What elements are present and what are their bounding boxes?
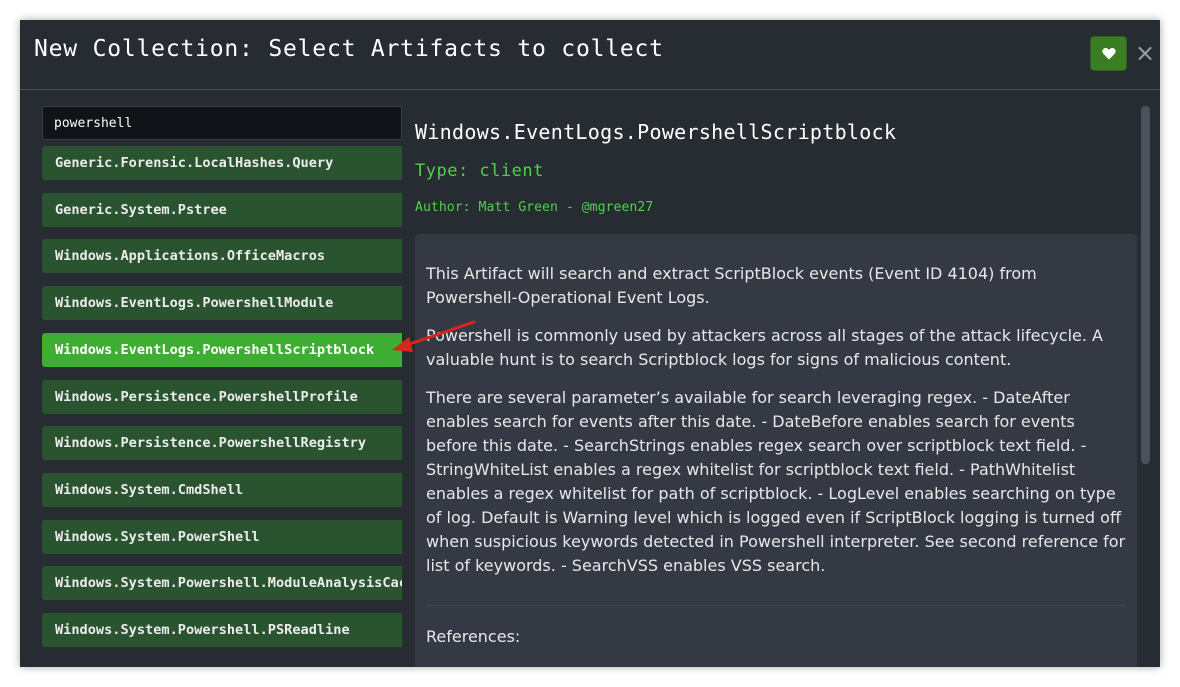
artifact-item[interactable]: Windows.System.Powershell.PSReadline xyxy=(42,613,402,647)
divider xyxy=(426,605,1126,606)
details-scrollbar[interactable] xyxy=(1141,106,1150,667)
close-icon[interactable]: × xyxy=(1134,40,1156,66)
artifact-item[interactable]: Windows.Persistence.PowershellProfile xyxy=(42,379,402,414)
artifact-selector: Generic.Forensic.LocalHashes.Query Generi… xyxy=(42,106,402,667)
artifact-item-selected[interactable]: Windows.EventLogs.PowershellScriptblock xyxy=(42,332,402,367)
artifact-author: Author: Matt Green - @mgreen27 xyxy=(415,200,654,215)
artifact-item[interactable]: Generic.Forensic.LocalHashes.Query xyxy=(42,146,402,180)
description-paragraph: There are several parameter’s available … xyxy=(426,388,1126,575)
artifact-item[interactable]: Generic.System.Pstree xyxy=(42,192,402,227)
artifact-type: Type: client xyxy=(415,161,544,181)
description-panel: This Artifact will search and extract Sc… xyxy=(415,234,1137,667)
collection-dialog: New Collection: Select Artifacts to coll… xyxy=(20,20,1160,667)
heart-icon xyxy=(1101,47,1116,60)
scrollbar-thumb[interactable] xyxy=(1141,106,1150,464)
artifact-item[interactable]: Windows.System.PowerShell xyxy=(42,519,402,554)
artifact-item[interactable]: Windows.Persistence.PowershellRegistry xyxy=(42,426,402,461)
artifact-item[interactable]: Windows.System.Powershell.ModuleAnalysis… xyxy=(42,566,402,601)
artifact-name: Windows.EventLogs.PowershellScriptblock xyxy=(415,120,897,144)
description-paragraph: This Artifact will search and extract Sc… xyxy=(426,264,1037,307)
search-input[interactable] xyxy=(42,106,402,140)
dialog-header: New Collection: Select Artifacts to coll… xyxy=(20,20,1160,90)
artifact-details: Windows.EventLogs.PowershellScriptblock … xyxy=(415,106,1137,667)
references-label: References: xyxy=(426,627,521,646)
dialog-title: New Collection: Select Artifacts to coll… xyxy=(34,36,664,62)
favorite-button[interactable] xyxy=(1090,36,1127,71)
artifact-item[interactable]: Windows.System.CmdShell xyxy=(42,472,402,507)
artifact-item[interactable]: Windows.Applications.OfficeMacros xyxy=(42,239,402,274)
artifact-item[interactable]: Windows.EventLogs.PowershellModule xyxy=(42,286,402,321)
description-paragraph: Powershell is commonly used by attackers… xyxy=(426,326,1103,369)
